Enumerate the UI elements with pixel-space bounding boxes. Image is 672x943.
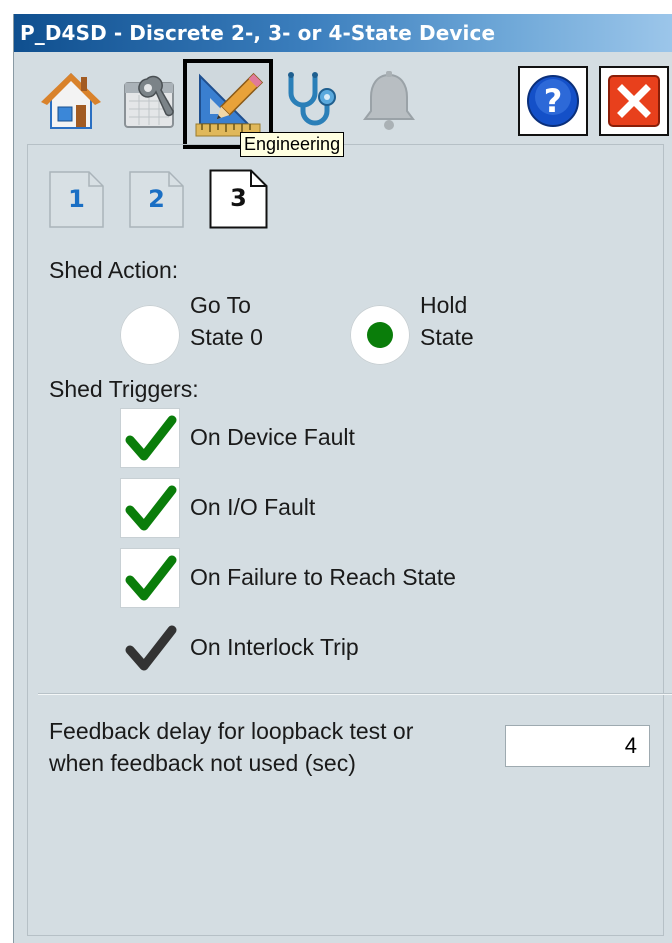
checkbox-on-interlock-trip-label: On Interlock Trip	[190, 634, 359, 660]
page-tab-3[interactable]: 3	[209, 169, 268, 229]
home-button[interactable]	[36, 66, 106, 136]
svg-text:?: ?	[544, 82, 563, 120]
feedback-delay-input[interactable]: 4	[505, 725, 650, 767]
page-tab-label: 2	[148, 185, 165, 213]
help-button[interactable]: ?	[518, 66, 588, 136]
home-icon	[41, 73, 101, 129]
help-icon: ?	[527, 75, 579, 127]
checkbox-on-device-fault[interactable]	[120, 408, 180, 468]
shed-triggers-title: Shed Triggers:	[49, 376, 199, 402]
section-divider	[38, 693, 672, 695]
engineering-panel: 1 2 3 Shed Action: Go To State 0 Hold St…	[27, 144, 664, 936]
page-tab-label: 1	[68, 185, 85, 213]
check-icon	[125, 485, 177, 531]
radio-hold-state[interactable]	[350, 305, 410, 365]
alarm-bell-icon	[363, 71, 415, 130]
radio-go-to-state-0-label: Go To State 0	[190, 292, 263, 350]
radio-selected-dot	[367, 322, 393, 348]
title-bar: P_D4SD - Discrete 2-, 3- or 4-State Devi…	[14, 14, 672, 52]
check-icon	[125, 415, 177, 461]
alarms-button[interactable]	[354, 66, 424, 136]
checkbox-on-device-fault-label: On Device Fault	[190, 424, 355, 450]
tooltip: Engineering	[240, 132, 345, 157]
check-icon	[125, 625, 177, 671]
shed-action-title: Shed Action:	[49, 257, 179, 283]
maintenance-button[interactable]	[114, 66, 184, 136]
close-icon	[608, 75, 660, 127]
radio-hold-state-label: Hold State	[420, 292, 474, 350]
window-title: P_D4SD - Discrete 2-, 3- or 4-State Devi…	[20, 21, 496, 45]
page-tab-1[interactable]: 1	[49, 171, 104, 228]
diagnostics-button[interactable]	[276, 66, 346, 136]
radio-go-to-state-0[interactable]	[120, 305, 180, 365]
engineering-icon	[195, 72, 264, 137]
checkbox-on-interlock-trip	[120, 618, 180, 678]
check-icon	[125, 555, 177, 601]
checkbox-on-io-fault-label: On I/O Fault	[190, 494, 316, 520]
faceplate-window: P_D4SD - Discrete 2-, 3- or 4-State Devi…	[13, 14, 672, 943]
page-tab-label: 3	[230, 184, 247, 212]
feedback-delay-label: Feedback delay for loopback test or when…	[49, 718, 414, 776]
checkbox-on-failure-to-reach-state-label: On Failure to Reach State	[190, 564, 456, 590]
diagnostics-stethoscope-icon	[288, 72, 336, 126]
checkbox-on-io-fault[interactable]	[120, 478, 180, 538]
maintenance-icon	[124, 75, 174, 128]
checkbox-on-failure-to-reach-state[interactable]	[120, 548, 180, 608]
page-tab-2[interactable]: 2	[129, 171, 184, 228]
close-button[interactable]	[599, 66, 669, 136]
